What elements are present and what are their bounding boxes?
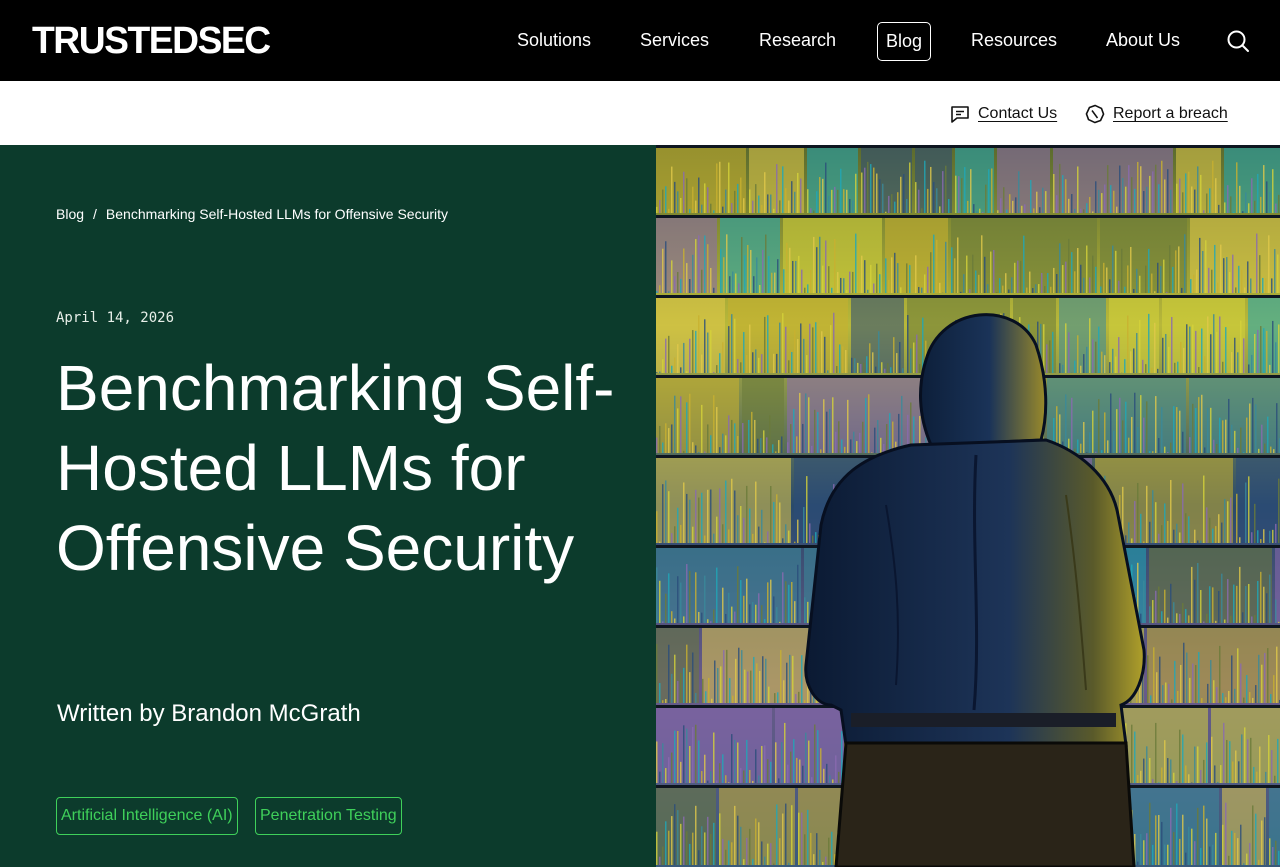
nav-item-blog[interactable]: Blog [877, 22, 932, 61]
top-navigation: TRUSTEDSEC Solutions Services Research B… [0, 0, 1280, 81]
breadcrumb-blog-link[interactable]: Blog [56, 206, 84, 222]
breadcrumb: Blog / Benchmarking Self-Hosted LLMs for… [56, 206, 448, 222]
utility-bar: Contact Us Report a breach [0, 81, 1280, 145]
nav-item-solutions[interactable]: Solutions [517, 22, 591, 61]
breadcrumb-separator: / [93, 206, 97, 222]
post-author: Written by Brandon McGrath [57, 700, 361, 727]
contact-us-label: Contact Us [978, 105, 1058, 122]
tag-artificial-intelligence[interactable]: Artificial Intelligence (AI) [56, 797, 238, 835]
report-breach-link[interactable]: Report a breach [1085, 103, 1228, 125]
nav-item-services[interactable]: Services [640, 22, 709, 61]
nav-item-about-us[interactable]: About Us [1106, 22, 1180, 61]
post-date: April 14, 2026 [56, 310, 175, 326]
message-icon [951, 106, 969, 123]
blog-hero: Blog / Benchmarking Self-Hosted LLMs for… [0, 145, 656, 867]
search-button[interactable] [1224, 27, 1252, 55]
trustedsec-logo[interactable]: TRUSTEDSEC [32, 21, 271, 61]
hero-illustration [656, 145, 1280, 867]
contact-us-link[interactable]: Contact Us [950, 103, 1057, 125]
post-title: Benchmarking Self-Hosted LLMs for Offens… [56, 352, 615, 584]
hooded-figure-monitors-image [656, 145, 1280, 867]
search-icon [1227, 30, 1249, 52]
nav-item-resources[interactable]: Resources [971, 22, 1057, 61]
breadcrumb-current: Benchmarking Self-Hosted LLMs for Offens… [105, 206, 449, 222]
report-breach-label: Report a breach [1113, 105, 1228, 122]
alert-octagon-icon [1085, 104, 1105, 124]
tag-penetration-testing[interactable]: Penetration Testing [255, 797, 402, 835]
nav-item-research[interactable]: Research [759, 22, 836, 61]
